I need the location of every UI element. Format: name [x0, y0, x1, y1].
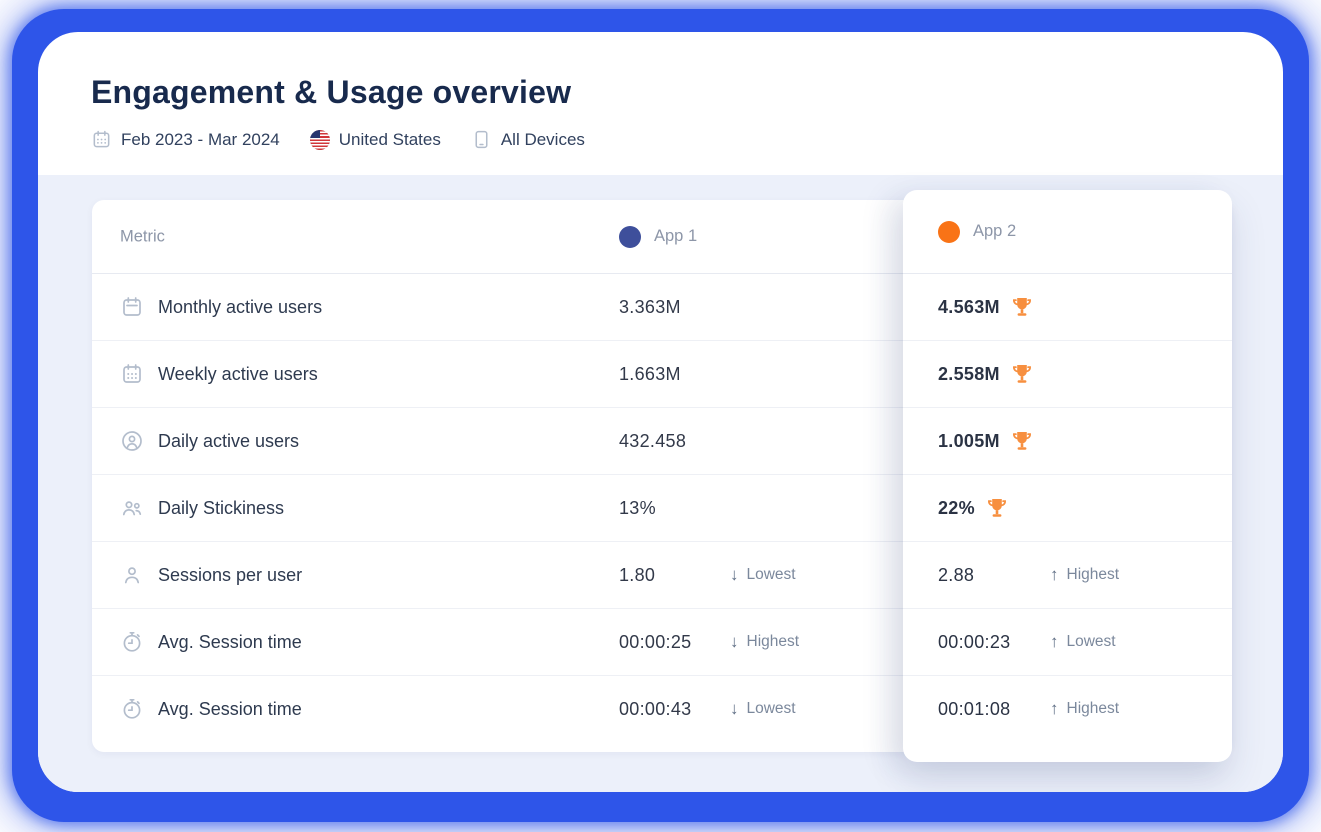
blue-glow-frame: Engagement & Usage overview Feb 2023 - M… — [12, 9, 1309, 822]
report-card: Engagement & Usage overview Feb 2023 - M… — [38, 32, 1283, 792]
app2-rank-badge: ↑ Highest — [1050, 699, 1119, 719]
app2-cell: 4.563M — [903, 274, 1232, 341]
metric-column-header: Metric — [120, 227, 165, 246]
us-flag-icon — [310, 130, 330, 150]
trophy-icon — [1010, 362, 1034, 386]
rank-label: Lowest — [1067, 633, 1116, 651]
page-title: Engagement & Usage overview — [91, 74, 1283, 111]
app2-cell: 00:00:23 ↑ Lowest — [903, 609, 1232, 676]
app2-cell: 2.558M — [903, 341, 1232, 408]
daily-user-icon — [120, 429, 144, 453]
arrow-down-icon: ↓ — [730, 632, 739, 652]
report-body: Metric App 1 Monthly active users 3.363M… — [38, 175, 1283, 792]
device-icon — [471, 129, 492, 150]
arrow-down-icon: ↓ — [730, 699, 739, 719]
metric-label: Avg. Session time — [158, 632, 302, 653]
users-group-icon — [120, 496, 144, 520]
country-filter[interactable]: United States — [310, 130, 441, 150]
app1-value: 13% — [619, 498, 656, 519]
trophy-icon — [1010, 429, 1034, 453]
app2-legend-dot-icon — [938, 221, 960, 243]
metric-label: Monthly active users — [158, 297, 322, 318]
app1-value: 432.458 — [619, 431, 686, 452]
app1-label: App 1 — [654, 227, 697, 246]
rank-label: Lowest — [747, 700, 796, 718]
date-range-label: Feb 2023 - Mar 2024 — [121, 130, 280, 150]
user-icon — [120, 563, 144, 587]
rank-label: Lowest — [747, 566, 796, 584]
app1-rank-badge: ↓ Lowest — [730, 699, 796, 719]
filter-bar: Feb 2023 - Mar 2024 United States All De… — [91, 129, 1283, 150]
metric-label: Daily active users — [158, 431, 299, 452]
devices-label: All Devices — [501, 130, 585, 150]
metric-label: Avg. Session time — [158, 699, 302, 720]
app2-cell: 00:01:08 ↑ Highest — [903, 676, 1232, 742]
app1-column-header: App 1 — [619, 226, 697, 248]
calendar-icon — [91, 129, 112, 150]
metric-label: Weekly active users — [158, 364, 318, 385]
app2-column-card: App 2 4.563M 2.558M 1.005M 22% — [903, 190, 1232, 762]
app2-rank-badge: ↑ Lowest — [1050, 632, 1116, 652]
date-range-filter[interactable]: Feb 2023 - Mar 2024 — [91, 129, 280, 150]
app2-value: 22% — [938, 498, 975, 519]
arrow-up-icon: ↑ — [1050, 699, 1059, 719]
arrow-up-icon: ↑ — [1050, 632, 1059, 652]
app2-cell: 22% — [903, 475, 1232, 542]
stopwatch-icon — [120, 630, 144, 654]
app1-value: 00:00:43 — [619, 699, 691, 720]
app1-value: 1.663M — [619, 364, 681, 385]
trophy-icon — [1010, 295, 1034, 319]
app2-cell: 2.88 ↑ Highest — [903, 542, 1232, 609]
calendar-month-icon — [120, 295, 144, 319]
app1-value: 3.363M — [619, 297, 681, 318]
report-header: Engagement & Usage overview Feb 2023 - M… — [38, 32, 1283, 175]
app2-value: 2.88 — [938, 565, 974, 586]
app1-rank-badge: ↓ Lowest — [730, 565, 796, 585]
app2-value: 00:00:23 — [938, 632, 1010, 653]
app1-value: 00:00:25 — [619, 632, 691, 653]
country-label: United States — [339, 130, 441, 150]
rank-label: Highest — [747, 633, 800, 651]
app2-value: 00:01:08 — [938, 699, 1010, 720]
app2-rank-badge: ↑ Highest — [1050, 565, 1119, 585]
metric-label: Daily Stickiness — [158, 498, 284, 519]
metric-label: Sessions per user — [158, 565, 302, 586]
arrow-up-icon: ↑ — [1050, 565, 1059, 585]
arrow-down-icon: ↓ — [730, 565, 739, 585]
app2-label: App 2 — [973, 222, 1016, 241]
calendar-week-icon — [120, 362, 144, 386]
app1-value: 1.80 — [619, 565, 655, 586]
app1-legend-dot-icon — [619, 226, 641, 248]
app2-column-header: App 2 — [903, 190, 1232, 274]
app1-rank-badge: ↓ Highest — [730, 632, 799, 652]
stopwatch-icon — [120, 697, 144, 721]
app2-value: 4.563M — [938, 297, 1000, 318]
trophy-icon — [985, 496, 1009, 520]
app2-value: 2.558M — [938, 364, 1000, 385]
devices-filter[interactable]: All Devices — [471, 129, 585, 150]
rank-label: Highest — [1067, 566, 1120, 584]
app2-value: 1.005M — [938, 431, 1000, 452]
app2-cell: 1.005M — [903, 408, 1232, 475]
rank-label: Highest — [1067, 700, 1120, 718]
